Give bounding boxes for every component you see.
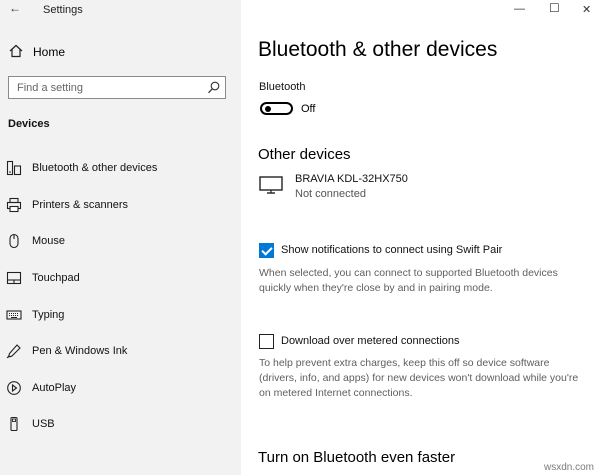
sidebar-item-mouse[interactable]: Mouse — [0, 227, 241, 255]
bluetooth-faster-heading: Turn on Bluetooth even faster — [258, 449, 456, 466]
sidebar-item-label: Pen & Windows Ink — [32, 345, 128, 357]
usb-icon — [10, 416, 18, 432]
bluetooth-devices-icon — [6, 160, 22, 176]
section-title-devices: Devices — [8, 118, 50, 130]
metered-checkbox[interactable] — [259, 334, 274, 349]
sidebar-item-label: AutoPlay — [32, 382, 77, 394]
sidebar-item-label: USB — [32, 418, 55, 430]
sidebar-item-label: Mouse — [32, 235, 66, 247]
sidebar-item-pen[interactable]: Pen & Windows Ink — [0, 337, 241, 365]
title-bar: ← Settings — [0, 0, 241, 20]
sidebar-item-usb[interactable]: USB — [0, 410, 241, 438]
toggle-knob — [265, 106, 271, 112]
maximize-button[interactable]: ☐ — [549, 1, 560, 15]
search-input[interactable] — [9, 77, 205, 98]
bluetooth-toggle[interactable] — [260, 102, 293, 115]
sidebar-item-autoplay[interactable]: AutoPlay — [0, 374, 241, 402]
watermark: wsxdn.com — [543, 462, 594, 473]
home-nav-item[interactable]: Home — [0, 40, 241, 64]
home-icon — [9, 44, 23, 58]
description-line: quickly when they're close by and in pai… — [259, 282, 493, 294]
search-box[interactable] — [8, 76, 226, 99]
swift-pair-description: When selected, you can connect to suppor… — [259, 266, 589, 296]
swift-pair-option[interactable]: Show notifications to connect using Swif… — [259, 243, 589, 261]
sidebar-item-label: Printers & scanners — [32, 199, 128, 211]
touchpad-icon — [6, 271, 22, 285]
sidebar-item-label: Touchpad — [32, 272, 80, 284]
sidebar-item-label: Typing — [32, 309, 65, 321]
search-icon[interactable] — [207, 81, 220, 94]
swift-pair-label: Show notifications to connect using Swif… — [281, 244, 503, 256]
description-line: To help prevent extra charges, keep this… — [259, 357, 550, 369]
metered-description: To help prevent extra charges, keep this… — [259, 356, 589, 401]
sidebar-item-typing[interactable]: Typing — [0, 301, 241, 329]
keyboard-icon — [6, 310, 22, 320]
mouse-icon — [9, 233, 19, 249]
bluetooth-toggle-state: Off — [301, 103, 316, 115]
main-panel: — ☐ ✕ Bluetooth & other devices Bluetoot… — [241, 0, 600, 475]
description-line: on metered Internet connections. — [259, 387, 413, 399]
printer-icon — [6, 197, 22, 213]
other-devices-heading: Other devices — [258, 146, 351, 163]
tv-icon — [259, 176, 283, 194]
back-arrow-icon[interactable]: ← — [9, 1, 21, 15]
sidebar-item-printers[interactable]: Printers & scanners — [0, 191, 241, 219]
sidebar: ← Settings Home Devices Bluetooth & othe… — [0, 0, 241, 475]
device-status: Not connected — [295, 188, 366, 200]
device-name: BRAVIA KDL-32HX750 — [295, 173, 408, 185]
description-line: (drivers, info, and apps) for new device… — [259, 372, 579, 384]
metered-option[interactable]: Download over metered connections — [259, 334, 589, 352]
close-button[interactable]: ✕ — [582, 3, 591, 16]
sidebar-item-touchpad[interactable]: Touchpad — [0, 264, 241, 292]
autoplay-icon — [7, 381, 21, 395]
pen-icon — [6, 344, 21, 359]
minimize-button[interactable]: — — [514, 3, 525, 15]
device-item[interactable]: BRAVIA KDL-32HX750 Not connected — [259, 171, 559, 203]
bluetooth-label: Bluetooth — [259, 81, 306, 93]
sidebar-item-bluetooth[interactable]: Bluetooth & other devices — [0, 154, 241, 182]
app-title: Settings — [43, 4, 83, 16]
description-line: When selected, you can connect to suppor… — [259, 267, 558, 279]
page-title: Bluetooth & other devices — [258, 38, 498, 61]
swift-pair-checkbox[interactable] — [259, 243, 274, 258]
sidebar-item-label: Bluetooth & other devices — [32, 162, 158, 174]
metered-label: Download over metered connections — [281, 335, 460, 347]
home-label: Home — [33, 45, 66, 59]
